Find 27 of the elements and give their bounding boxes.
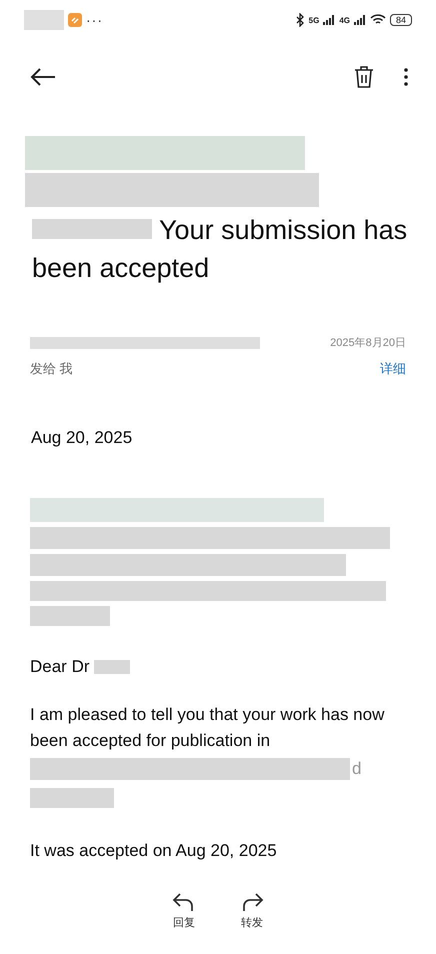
network-label: 4G xyxy=(339,16,350,24)
closing-text: It was accepted on Aug 20, 2025 xyxy=(30,840,278,862)
reply-button[interactable]: 回复 xyxy=(172,892,196,930)
delete-icon[interactable] xyxy=(354,66,374,88)
email-subject: Your submission has been accepted xyxy=(32,214,408,285)
text-fragment: d xyxy=(352,758,362,780)
signal-icon xyxy=(354,15,366,25)
wifi-icon xyxy=(370,14,386,26)
signal-icon xyxy=(323,15,336,25)
network-label: 5G xyxy=(308,16,320,24)
more-options-icon[interactable] xyxy=(404,67,408,87)
reply-icon xyxy=(172,892,196,912)
forward-icon xyxy=(240,892,264,912)
body-paragraph: I am pleased to tell you that your work has now been accepted for publication in xyxy=(30,704,386,752)
redacted-block xyxy=(24,10,64,30)
sent-date: 2025年8月20日 xyxy=(330,336,406,350)
back-arrow-icon[interactable] xyxy=(30,67,56,87)
details-link[interactable]: 详细 xyxy=(380,360,406,378)
battery-indicator: 84 xyxy=(390,14,412,26)
app-notification-icon xyxy=(68,13,82,27)
recipient-label: 发给 我 xyxy=(30,360,73,378)
redacted-block xyxy=(94,660,130,674)
greeting-text: Dear Dr xyxy=(30,656,90,678)
more-indicator: ··· xyxy=(86,12,103,28)
bluetooth-icon xyxy=(294,13,305,27)
forward-button[interactable]: 转发 xyxy=(240,892,264,930)
email-date: Aug 20, 2025 xyxy=(31,428,134,448)
